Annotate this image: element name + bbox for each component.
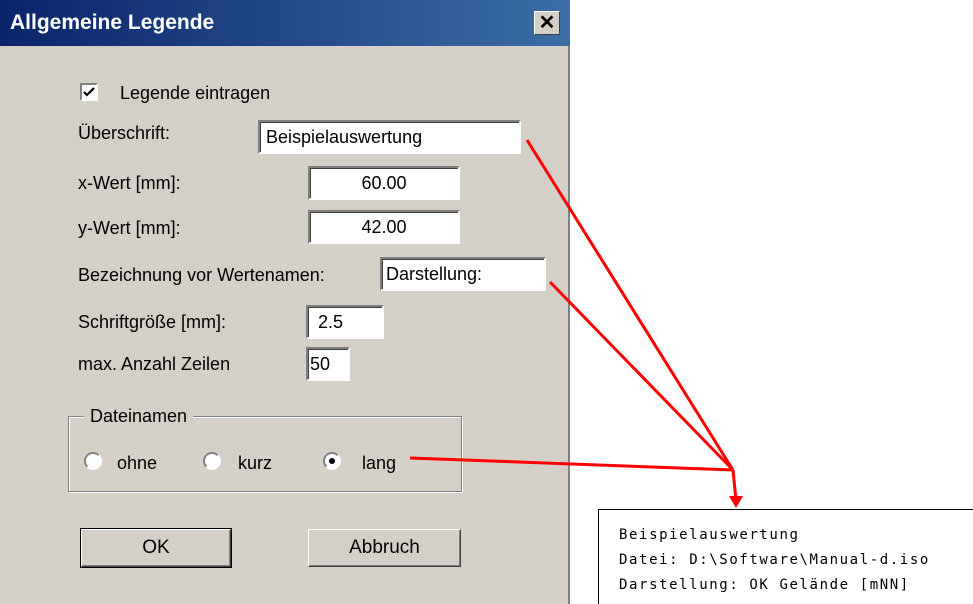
legend-line-title: Beispielauswertung [619, 527, 800, 543]
legend-line-datei: Datei: D:\Software\Manual-d.iso [619, 552, 930, 568]
arrow-line-ueberschrift [525, 139, 735, 471]
arrow-head-icon [729, 496, 743, 508]
legend-line-darstellung: Darstellung: OK Gelände [mNN] [619, 577, 910, 593]
legend-preview: Beispielauswertung Datei: D:\Software\Ma… [598, 509, 973, 604]
arrow-shaft [731, 469, 738, 501]
arrow-line-dateinamen [409, 456, 734, 472]
arrow-line-bezeichnung [548, 280, 735, 472]
